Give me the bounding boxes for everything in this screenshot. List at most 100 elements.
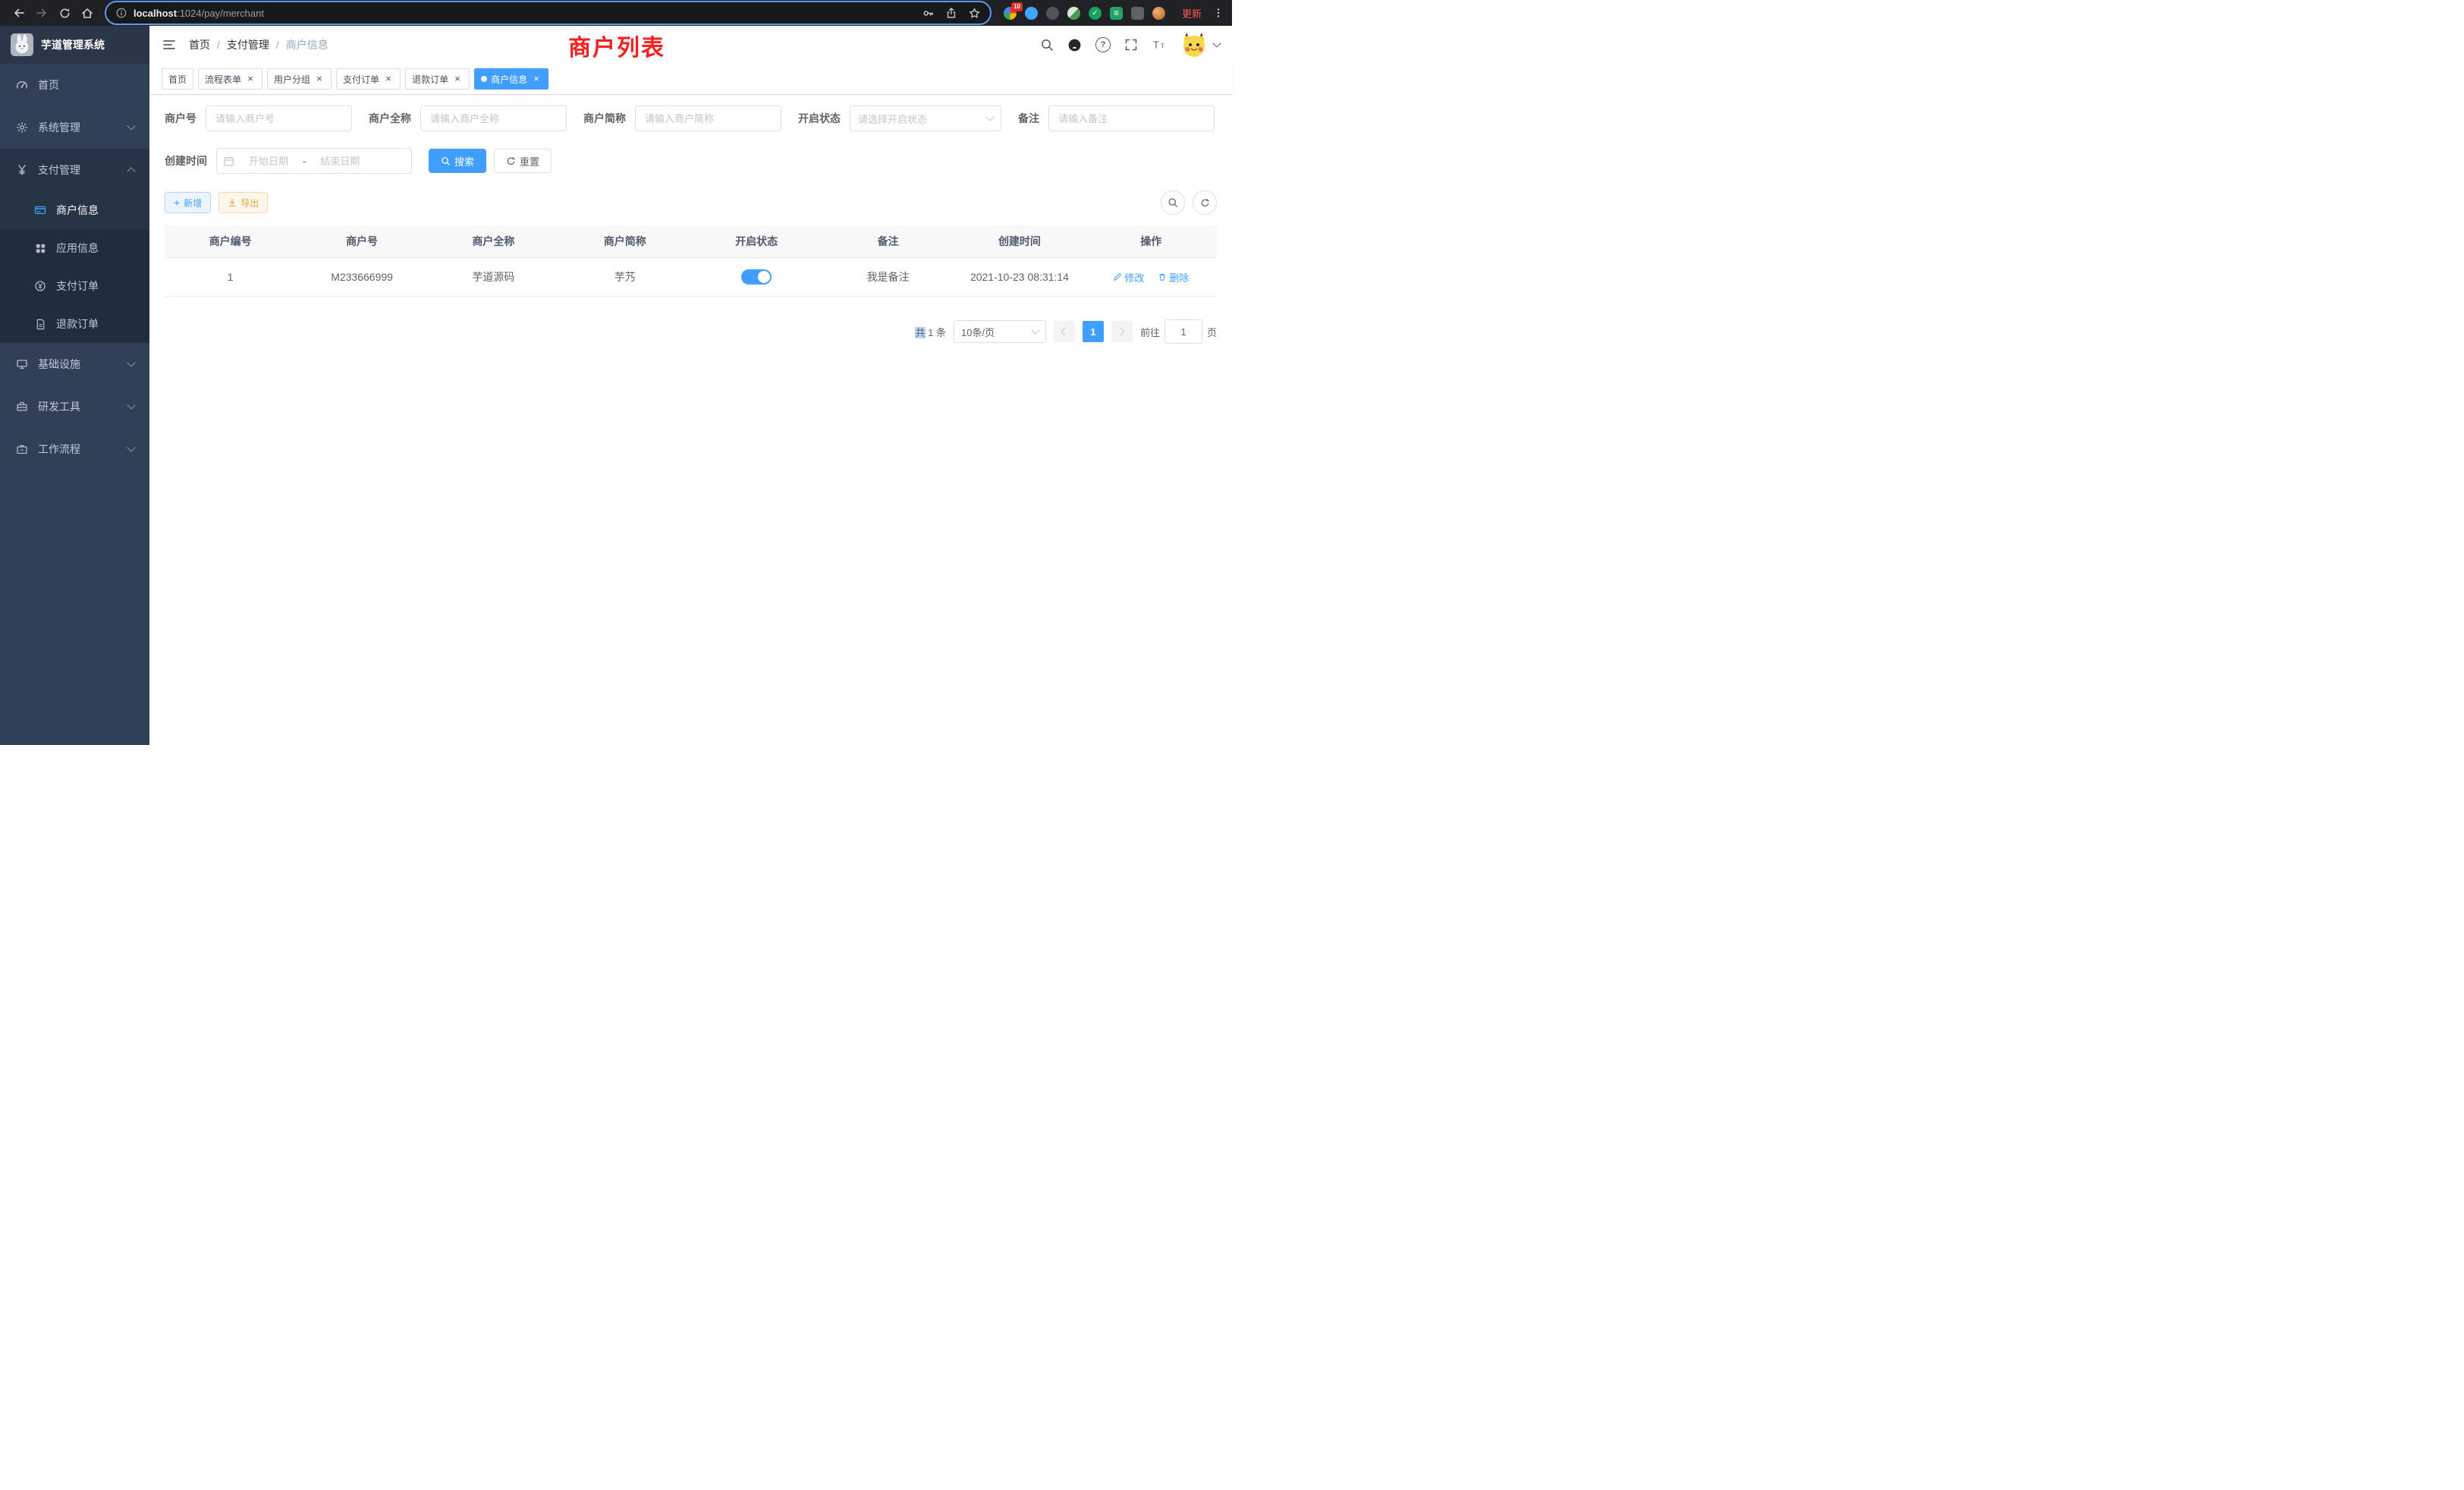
close-icon[interactable]: × bbox=[245, 74, 256, 84]
reset-button[interactable]: 重置 bbox=[494, 149, 552, 173]
tab-user-group[interactable]: 用户分组× bbox=[267, 68, 332, 90]
full-name-input[interactable] bbox=[420, 105, 567, 131]
table-row[interactable]: 1 M233666999 芋道源码 芋艿 我是备注 2021-10-23 08:… bbox=[165, 258, 1217, 297]
sidebar-item-label: 基础设施 bbox=[38, 357, 80, 372]
filter-row-1: 商户号 商户全称 商户简称 开启状态 请选择开启状态 bbox=[165, 105, 1217, 131]
browser-update-button[interactable]: 更新 bbox=[1177, 5, 1206, 21]
sidebar-item-workflow[interactable]: 工作流程 bbox=[0, 428, 149, 470]
search-icon[interactable] bbox=[1040, 38, 1054, 52]
close-icon[interactable]: × bbox=[314, 74, 325, 84]
svg-text:T: T bbox=[1153, 39, 1159, 51]
short-name-input[interactable] bbox=[635, 105, 781, 131]
close-icon[interactable]: × bbox=[383, 74, 394, 84]
github-icon[interactable] bbox=[1067, 38, 1082, 52]
hamburger-icon[interactable] bbox=[162, 37, 177, 52]
tab-process-form[interactable]: 流程表单× bbox=[198, 68, 262, 90]
sidebar-item-payment[interactable]: 支付管理 bbox=[0, 149, 149, 191]
col-create-time: 创建时间 bbox=[954, 225, 1085, 258]
sidebar-item-home[interactable]: 首页 bbox=[0, 64, 149, 106]
url-bar[interactable]: localhost:1024/pay/merchant bbox=[105, 1, 992, 25]
reload-icon[interactable] bbox=[53, 2, 76, 24]
date-range-picker[interactable]: - bbox=[216, 148, 412, 174]
forward-icon[interactable] bbox=[30, 2, 53, 24]
browser-menu-icon[interactable] bbox=[1212, 7, 1224, 19]
toolbox-icon bbox=[15, 401, 29, 413]
browser-extensions: 10 bbox=[998, 7, 1171, 20]
extension-orange-icon[interactable] bbox=[1152, 7, 1165, 20]
field-label: 商户全称 bbox=[369, 111, 420, 126]
app-logo-row[interactable]: 芋道管理系统 bbox=[0, 26, 149, 64]
jump-page-input[interactable] bbox=[1164, 319, 1202, 344]
sidebar-item-pay-order[interactable]: 支付订单 bbox=[0, 267, 149, 305]
chevron-down-icon bbox=[127, 401, 135, 409]
start-date-input[interactable] bbox=[239, 155, 298, 168]
cell-merchant-id: 1 bbox=[165, 258, 296, 297]
search-button[interactable]: 搜索 bbox=[429, 149, 486, 173]
toggle-search-icon[interactable] bbox=[1161, 190, 1185, 215]
avatar bbox=[1180, 31, 1208, 58]
remark-input[interactable] bbox=[1048, 105, 1215, 131]
end-date-input[interactable] bbox=[310, 155, 369, 168]
add-button[interactable]: + 新增 bbox=[165, 192, 211, 213]
prev-page-button[interactable] bbox=[1054, 321, 1075, 342]
sidebar-item-app-info[interactable]: 应用信息 bbox=[0, 229, 149, 267]
chevron-up-icon bbox=[127, 167, 135, 175]
extension-drop-icon[interactable] bbox=[1025, 7, 1038, 20]
close-icon[interactable]: × bbox=[531, 74, 542, 84]
screen: localhost:1024/pay/merchant 10 bbox=[0, 0, 1232, 745]
fullscreen-icon[interactable] bbox=[1124, 38, 1138, 52]
refresh-table-icon[interactable] bbox=[1193, 190, 1217, 215]
tab-refund-order[interactable]: 退款订单× bbox=[405, 68, 470, 90]
download-icon bbox=[228, 198, 237, 207]
delete-button[interactable]: 删除 bbox=[1158, 270, 1189, 284]
filter-status: 开启状态 请选择开启状态 bbox=[798, 105, 1001, 131]
sidebar-item-label: 系统管理 bbox=[38, 120, 80, 135]
table-header-row: 商户编号 商户号 商户全称 商户简称 开启状态 备注 创建时间 操作 bbox=[165, 225, 1217, 258]
extension-note-icon[interactable] bbox=[1110, 7, 1123, 20]
tab-merchant-info[interactable]: 商户信息× bbox=[474, 68, 548, 90]
sidebar-item-infra[interactable]: 基础设施 bbox=[0, 343, 149, 385]
sidebar-item-label: 商户信息 bbox=[56, 203, 99, 218]
tab-home[interactable]: 首页 bbox=[162, 68, 193, 90]
next-page-button[interactable] bbox=[1111, 321, 1133, 342]
page-number-1[interactable]: 1 bbox=[1083, 321, 1104, 342]
plus-icon: + bbox=[174, 197, 180, 208]
sidebar-item-merchant-info[interactable]: 商户信息 bbox=[0, 191, 149, 229]
col-actions: 操作 bbox=[1086, 225, 1217, 258]
chevron-down-icon bbox=[985, 112, 994, 121]
user-avatar-menu[interactable] bbox=[1180, 31, 1220, 58]
merchant-no-input[interactable] bbox=[206, 105, 352, 131]
font-size-icon[interactable]: TT bbox=[1152, 38, 1167, 52]
page-size-select[interactable]: 10条/页 bbox=[954, 320, 1046, 343]
share-icon[interactable] bbox=[945, 7, 957, 19]
edit-button[interactable]: 修改 bbox=[1113, 270, 1144, 284]
tab-pay-order[interactable]: 支付订单× bbox=[336, 68, 401, 90]
extension-dark-icon[interactable] bbox=[1046, 7, 1059, 20]
sidebar-item-system[interactable]: 系统管理 bbox=[0, 106, 149, 149]
extension-puzzle-icon[interactable] bbox=[1131, 7, 1144, 20]
bookmark-star-icon[interactable] bbox=[968, 7, 981, 20]
export-button[interactable]: 导出 bbox=[218, 192, 268, 213]
sidebar-item-refund-order[interactable]: 退款订单 bbox=[0, 305, 149, 343]
home-icon[interactable] bbox=[76, 2, 99, 24]
help-icon[interactable]: ? bbox=[1095, 37, 1111, 52]
status-select[interactable]: 请选择开启状态 bbox=[850, 105, 1001, 131]
page-info-icon[interactable] bbox=[115, 7, 127, 19]
field-label: 备注 bbox=[1018, 111, 1048, 126]
status-toggle[interactable] bbox=[741, 269, 772, 284]
header: 首页 / 支付管理 / 商户信息 ? bbox=[149, 26, 1232, 64]
merchant-table: 商户编号 商户号 商户全称 商户简称 开启状态 备注 创建时间 操作 1 bbox=[165, 225, 1217, 297]
close-icon[interactable]: × bbox=[452, 74, 463, 84]
breadcrumb-home[interactable]: 首页 bbox=[189, 37, 210, 52]
sidebar-item-devtools[interactable]: 研发工具 bbox=[0, 385, 149, 428]
cell-create-time: 2021-10-23 08:31:14 bbox=[954, 258, 1085, 297]
back-icon[interactable] bbox=[8, 2, 30, 24]
breadcrumb-payment[interactable]: 支付管理 bbox=[227, 37, 269, 52]
browser-chrome: localhost:1024/pay/merchant 10 bbox=[0, 0, 1232, 26]
url-path: :1024/pay/merchant bbox=[177, 8, 264, 19]
extension-check-icon[interactable] bbox=[1089, 7, 1102, 20]
extension-avatar-icon[interactable] bbox=[1067, 7, 1080, 20]
extension-colorwheel-icon[interactable]: 10 bbox=[1004, 7, 1017, 20]
password-key-icon[interactable] bbox=[922, 7, 935, 20]
field-label: 商户号 bbox=[165, 111, 206, 126]
